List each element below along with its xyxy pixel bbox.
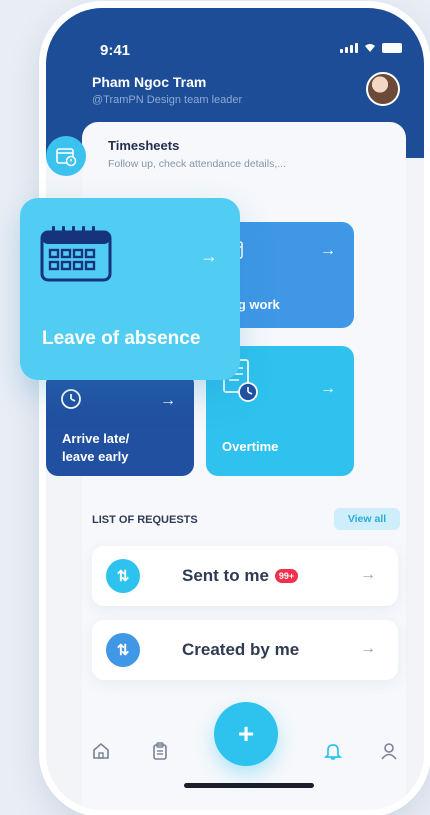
timesheets-title: Timesheets	[108, 138, 180, 153]
request-label: Sent to me 99+	[182, 566, 299, 586]
arrow-right-icon: →	[200, 246, 218, 266]
user-name: Pham Ngoc Tram	[92, 74, 207, 90]
clock-icon	[61, 389, 81, 409]
swap-icon: ⇅	[106, 633, 140, 667]
swap-icon: ⇅	[106, 559, 140, 593]
calendar-icon	[40, 226, 112, 282]
request-item-created-by-me[interactable]: ⇅ Created by me →	[92, 620, 398, 680]
status-icons	[340, 42, 402, 53]
avatar[interactable]	[366, 72, 400, 106]
request-label: Created by me	[182, 640, 300, 659]
signal-icon	[340, 43, 358, 53]
profile-icon[interactable]	[380, 742, 398, 765]
battery-icon	[382, 43, 402, 53]
user-subtitle: @TramPN Design team leader	[92, 94, 243, 106]
leave-of-absence-label: Leave of absence	[42, 328, 201, 349]
arrive-late-tile[interactable]: → Arrive late/ leave early	[46, 372, 194, 476]
view-all-button[interactable]: View all	[334, 508, 400, 530]
arrow-right-icon: →	[360, 640, 376, 657]
arrow-right-icon: →	[360, 566, 376, 583]
timesheet-icon	[46, 136, 86, 176]
arrow-right-icon: →	[320, 380, 336, 397]
request-label-text: Sent to me	[182, 566, 269, 585]
requests-header: LIST OF REQUESTS	[92, 514, 198, 526]
clipboard-icon[interactable]	[152, 742, 168, 765]
arrow-right-icon: →	[320, 242, 336, 259]
timesheets-card[interactable]: Timesheets Follow up, check attendance d…	[46, 136, 346, 192]
home-indicator	[184, 783, 314, 788]
bell-icon[interactable]	[323, 742, 343, 765]
home-icon[interactable]	[92, 742, 110, 765]
request-item-sent-to-me[interactable]: ⇅ Sent to me 99+ →	[92, 546, 398, 606]
wifi-icon	[365, 44, 375, 52]
timesheets-subtitle: Follow up, check attendance details,...	[108, 158, 287, 170]
status-time: 9:41	[100, 42, 131, 59]
arrow-right-icon: →	[160, 392, 176, 409]
add-button[interactable]: +	[214, 702, 278, 766]
arrive-late-label-line2: leave early	[62, 449, 129, 464]
arrive-late-label-line1: Arrive late/	[62, 431, 130, 446]
overtime-label: Overtime	[222, 439, 279, 454]
leave-of-absence-tile[interactable]: → Leave of absence	[20, 198, 240, 380]
notification-badge: 99+	[274, 569, 299, 583]
